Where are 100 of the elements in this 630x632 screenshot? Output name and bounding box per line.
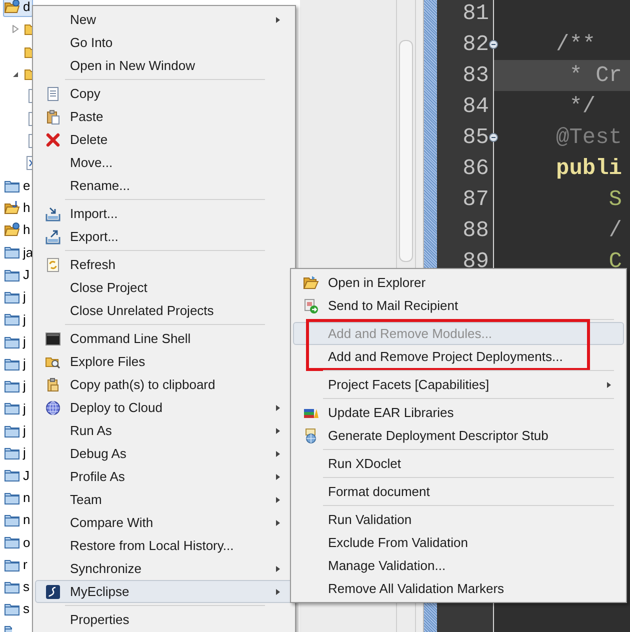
menu-item[interactable]: Manage Validation... [293,554,624,577]
line-number: 86 [462,158,489,180]
tree-item[interactable]: j [3,287,29,307]
menu-item[interactable]: Restore from Local History... [35,534,293,557]
menu-item[interactable]: Profile As [35,465,293,488]
menu-item[interactable]: Compare With [35,511,293,534]
menu-item[interactable]: Project Facets [Capabilities] [293,373,624,396]
tree-item[interactable]: j [3,420,29,441]
tree-item[interactable]: s [3,576,32,597]
menu-item[interactable]: Paste [35,105,293,128]
menu-item[interactable]: Open in Explorer [293,271,624,294]
submenu-arrow-icon [276,428,280,434]
import-icon [45,206,61,222]
delete-icon [45,132,61,148]
line-number: 87 [462,188,489,210]
line-number: 84 [462,96,489,118]
folder-icon [4,200,20,216]
menu-item[interactable]: Exclude From Validation [293,531,624,554]
tree-item[interactable]: j [3,376,29,396]
folder-globe-icon [4,0,20,16]
tree-item[interactable]: j [3,354,29,374]
submenu-arrow-icon [276,520,280,526]
menu-item[interactable]: Open in New Window [35,54,293,77]
folder-globe-icon [4,222,20,238]
code-text: /** [556,34,596,56]
folder-icon [4,445,20,462]
menu-item[interactable]: Debug As [35,442,293,465]
folder-icon [4,244,20,260]
tree-item[interactable]: ja [3,242,36,262]
line-number: 85 [462,126,489,148]
menu-item[interactable]: Run As [35,419,293,442]
menu-item[interactable]: Run XDoclet [293,452,624,475]
menu-item[interactable]: Go Into [35,31,293,54]
tree-item[interactable]: j [3,332,29,352]
tree-item[interactable]: j [3,309,29,330]
code-text: publi [556,158,622,180]
menu-item[interactable]: Command Line Shell [35,327,293,350]
folder-icon [303,274,319,290]
menu-item[interactable]: Import... [35,202,293,225]
menu-item[interactable]: New [35,8,293,31]
menu-item[interactable]: Rename... [35,174,293,197]
clipboard-folder-icon [45,376,61,392]
submenu-arrow-icon [276,588,280,594]
folder-icon [4,601,20,618]
menu-item[interactable]: Update EAR Libraries [293,401,624,424]
tree-item[interactable]: J [3,264,32,285]
globe-document-icon [303,428,319,444]
menu-item[interactable]: Remove All Validation Markers [293,577,624,600]
tree-item[interactable]: j [3,398,29,418]
tree-item[interactable]: e [3,176,34,196]
tree-item[interactable]: r [3,554,30,575]
document-icon [45,86,61,102]
menu-item[interactable]: Copy [35,82,293,105]
folder-icon [4,311,20,328]
code-text: C [608,250,622,272]
code-text: */ [568,96,596,118]
menu-item[interactable]: Delete [35,128,293,151]
tree-item[interactable]: J [3,465,32,486]
menu-item[interactable]: Team [35,488,293,511]
tree-item[interactable]: o [3,532,34,552]
scrollbar-thumb[interactable] [399,40,413,262]
menu-item[interactable]: Add and Remove Project Deployments... [293,345,624,368]
line-number: 82 [462,34,489,56]
folder-icon [4,289,20,305]
tree-item[interactable]: n [3,510,34,530]
globe-icon [45,400,61,416]
menu-item[interactable]: Refresh [35,253,293,276]
terminal-icon [45,330,61,346]
tree-item[interactable]: d [3,0,34,18]
menu-item[interactable]: Deploy to Cloud [35,396,293,419]
code-text: @Test [556,126,622,148]
menu-item[interactable]: Close Unrelated Projects [35,299,293,322]
line-number: 81 [462,2,489,24]
menu-item[interactable]: Properties [35,608,293,631]
tree-item[interactable]: h [3,198,34,218]
tree-item[interactable]: j [3,443,29,464]
submenu-arrow-icon [276,404,280,410]
line-number: 83 [462,64,489,86]
menu-item[interactable]: Export... [35,225,293,248]
menu-item[interactable]: Send to Mail Recipient [293,294,624,317]
folder-icon [4,378,20,394]
menu-item[interactable]: Generate Deployment Descriptor Stub [293,424,624,447]
submenu-arrow-icon [276,566,280,572]
menu-item[interactable]: Copy path(s) to clipboard [35,373,293,396]
menu-item[interactable]: Format document [293,480,624,503]
tree-item[interactable]: s [3,599,32,620]
menu-item[interactable]: Run Validation [293,508,624,531]
line-number: 88 [462,220,489,242]
submenu-arrow-icon [276,496,280,502]
code-text: * Cr [568,64,622,86]
code-text: S [608,188,622,210]
menu-item[interactable]: Synchronize [35,557,293,580]
tree-item[interactable]: h [3,220,34,240]
tree-item[interactable]: n [3,488,34,508]
menu-item[interactable]: Explore Files [35,350,293,373]
folder-icon [4,467,20,484]
menu-item[interactable]: Move... [35,151,293,174]
menu-item[interactable]: Close Project [35,276,293,299]
submenu-arrow-icon [276,450,280,456]
menu-item[interactable]: MyEclipse [35,580,293,603]
